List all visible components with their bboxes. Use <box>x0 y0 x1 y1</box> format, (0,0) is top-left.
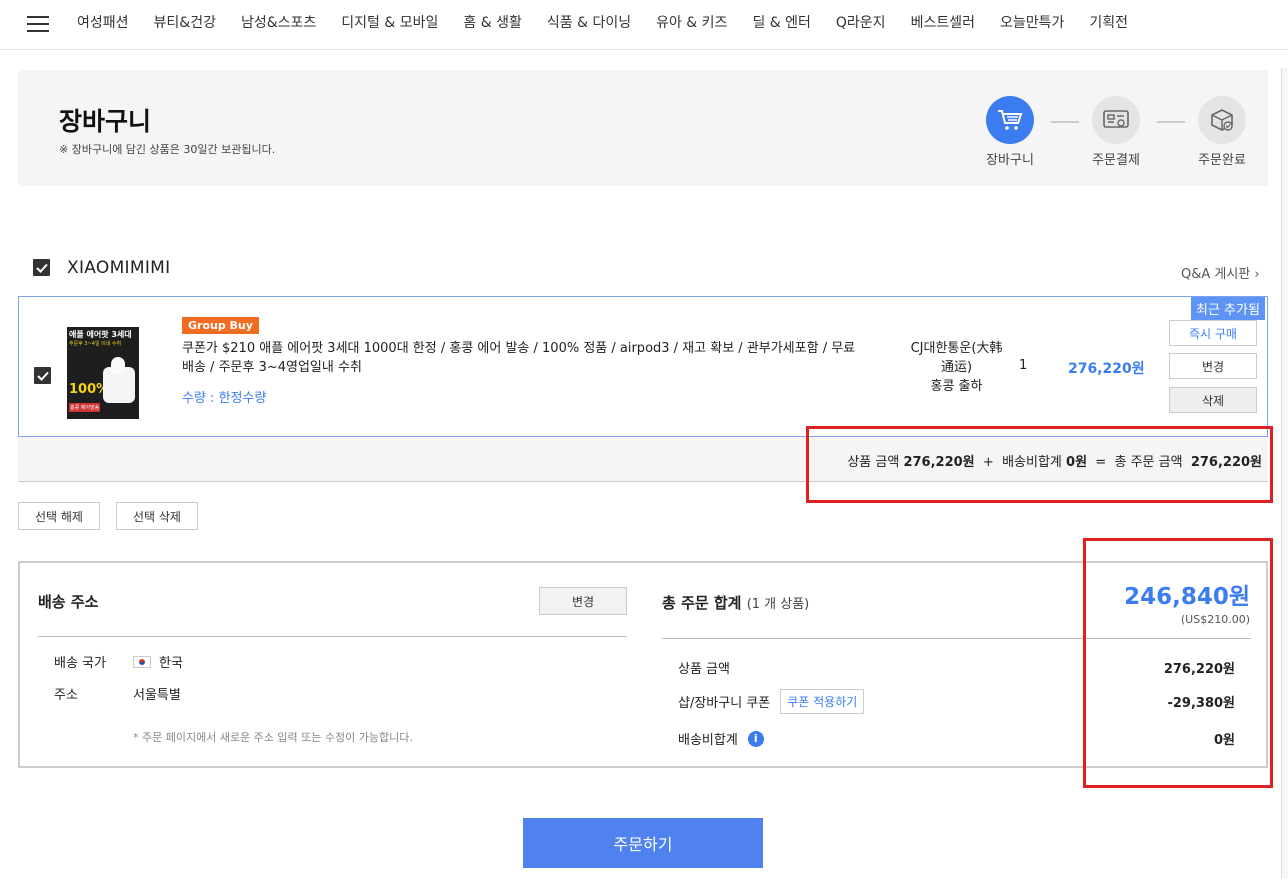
summary-shipping-label: 배송비합계 <box>678 733 738 748</box>
product-thumbnail[interactable]: 애플 에어팟 3세대 주문후 3~4일 이내 수취 100% 홍콩 에어발송 <box>67 327 139 419</box>
address-value: 서울특별 <box>133 688 181 703</box>
delete-item-button[interactable]: 삭제 <box>1169 387 1257 413</box>
korea-flag-icon <box>133 655 151 668</box>
top-navigation: 여성패션 뷰티&건강 남성&스포츠 디지털 & 모바일 홈 & 생활 식품 & … <box>0 0 1288 50</box>
nav-item-womens-fashion[interactable]: 여성패션 <box>77 12 129 32</box>
qna-board-link[interactable]: Q&A 게시판 › <box>1181 263 1260 282</box>
summary-product-label: 상품 금액 <box>678 662 730 677</box>
airpod-image <box>111 357 125 375</box>
summary-product-value: 276,220원 <box>1163 662 1235 677</box>
box-check-icon <box>1198 96 1246 144</box>
summary-count: (1 개 상품) <box>746 597 810 612</box>
step-label: 주문결제 <box>1092 153 1140 168</box>
shipping-carrier: CJ대한통운(大韩 通运) <box>910 341 1003 375</box>
buy-now-button[interactable]: 즉시 구매 <box>1169 320 1257 346</box>
apply-coupon-button[interactable]: 쿠폰 적용하기 <box>780 689 865 714</box>
order-button[interactable]: 주문하기 <box>523 818 763 868</box>
step-label: 장바구니 <box>986 153 1034 168</box>
summary-title-text: 총 주문 합계 <box>662 594 742 612</box>
summary-shipping-row: 배송비합계 i <box>678 729 764 748</box>
subtotal-shipping-value: 0원 <box>1066 455 1088 470</box>
storage-note: ※ 장바구니에 담긴 상품은 30일간 보관됩니다. <box>59 143 276 156</box>
product-option: 수량 : 한정수량 <box>182 391 267 406</box>
nav-item-mens-sports[interactable]: 남성&스포츠 <box>241 12 316 32</box>
step-connector <box>1157 121 1185 123</box>
payment-card-icon <box>1092 96 1140 144</box>
side-scrollbar[interactable] <box>1281 68 1288 878</box>
nav-item-special[interactable]: 기획전 <box>1089 12 1128 32</box>
recently-added-tag: 최근 추가됨 <box>1191 297 1265 320</box>
nav-item-kids[interactable]: 유아 & 키즈 <box>656 12 727 32</box>
summary-total: 246,840원 <box>1124 584 1250 610</box>
nav-item-home[interactable]: 홈 & 생활 <box>463 12 521 32</box>
summary-coupon-row: 샵/장바구니 쿠폰 쿠폰 적용하기 <box>678 689 865 714</box>
address-change-button[interactable]: 변경 <box>539 587 627 615</box>
cart-icon <box>986 96 1034 144</box>
thumb-subtitle: 주문후 3~4일 이내 수취 <box>69 341 122 347</box>
delete-selected-button[interactable]: 선택 삭제 <box>116 502 198 530</box>
order-panel: 배송 주소 변경 배송 국가 한국 주소 서울특별 * 주문 페이지에서 새로운… <box>18 561 1268 768</box>
summary-title: 총 주문 합계 (1 개 상품) <box>662 592 809 613</box>
thumb-caption: 홍콩 에어발송 <box>69 403 101 412</box>
item-price: 276,220원 <box>1068 361 1145 377</box>
country-label: 배송 국가 <box>54 656 106 671</box>
category-nav: 여성패션 뷰티&건강 남성&스포츠 디지털 & 모바일 홈 & 생활 식품 & … <box>77 12 1153 32</box>
step-complete: 주문완료 <box>1192 96 1252 168</box>
subtotal-total-value: 276,220원 <box>1190 455 1262 470</box>
divider <box>38 636 627 637</box>
divider <box>662 638 1251 639</box>
country-value: 한국 <box>133 652 183 671</box>
product-title[interactable]: 쿠폰가 $210 애플 에어팟 3세대 1000대 한정 / 홍콩 에어 발송 … <box>182 339 862 377</box>
thumb-title: 애플 에어팟 3세대 <box>69 330 132 339</box>
nav-item-beauty[interactable]: 뷰티&건강 <box>154 12 216 32</box>
summary-coupon-value: -29,380원 <box>1167 696 1235 711</box>
country-name: 한국 <box>159 656 183 671</box>
deselect-button[interactable]: 선택 해제 <box>18 502 100 530</box>
seller-subtotal-bar: 상품 금액 276,220원 + 배송비합계 0원 = 총 주문 금액 276,… <box>18 437 1268 482</box>
address-title: 배송 주소 <box>38 593 99 611</box>
nav-item-bestseller[interactable]: 베스트셀러 <box>911 12 975 32</box>
cart-item: 애플 에어팟 3세대 주문후 3~4일 이내 수취 100% 홍콩 에어발송 G… <box>18 296 1268 437</box>
change-option-button[interactable]: 변경 <box>1169 353 1257 379</box>
subtotal-total-label: 총 주문 금액 <box>1114 455 1183 470</box>
summary-shipping-value: 0원 <box>1213 733 1235 748</box>
subtotal-product-label: 상품 금액 <box>847 455 900 470</box>
summary-usd: (US$210.00) <box>1180 613 1250 626</box>
seller-checkbox[interactable] <box>33 259 50 276</box>
group-buy-badge: Group Buy <box>182 317 259 334</box>
equals-sign: = <box>1095 455 1107 470</box>
check-icon <box>35 263 48 273</box>
page-title: 장바구니 <box>59 107 152 136</box>
menu-icon[interactable] <box>27 15 49 33</box>
summary-coupon-label: 샵/장바구니 쿠폰 <box>678 696 771 711</box>
step-cart: 장바구니 <box>980 96 1040 168</box>
subtotal-product-value: 276,220원 <box>903 455 975 470</box>
item-quantity: 1 <box>1019 358 1028 373</box>
check-icon <box>36 371 49 381</box>
nav-item-qlounge[interactable]: Q라운지 <box>836 12 886 32</box>
nav-item-food[interactable]: 식품 & 다이닝 <box>547 12 631 32</box>
step-payment: 주문결제 <box>1086 96 1146 168</box>
subtotal-text: 상품 금액 276,220원 + 배송비합계 0원 = 총 주문 금액 276,… <box>847 451 1262 470</box>
plus-sign: + <box>982 455 994 470</box>
info-icon[interactable]: i <box>747 730 764 747</box>
nav-item-today-deal[interactable]: 오늘만특가 <box>1000 12 1064 32</box>
shipping-origin: 홍콩 출하 <box>930 379 983 394</box>
item-checkbox[interactable] <box>34 367 51 384</box>
seller-name[interactable]: XIAOMIMIMI <box>67 258 170 278</box>
step-connector <box>1051 121 1079 123</box>
cart-header: 장바구니 ※ 장바구니에 담긴 상품은 30일간 보관됩니다. 장바구니 주문결… <box>18 70 1268 186</box>
step-label: 주문완료 <box>1198 153 1246 168</box>
address-label: 주소 <box>54 688 78 703</box>
nav-item-digital[interactable]: 디지털 & 모바일 <box>341 12 438 32</box>
address-note: * 주문 페이지에서 새로운 주소 입력 또는 수정이 가능합니다. <box>133 731 413 744</box>
shipping-method: CJ대한통운(大韩 通运) 홍콩 출하 <box>889 339 1024 396</box>
nav-item-deal[interactable]: 딜 & 엔터 <box>752 12 810 32</box>
subtotal-shipping-label: 배송비합계 <box>1002 455 1062 470</box>
